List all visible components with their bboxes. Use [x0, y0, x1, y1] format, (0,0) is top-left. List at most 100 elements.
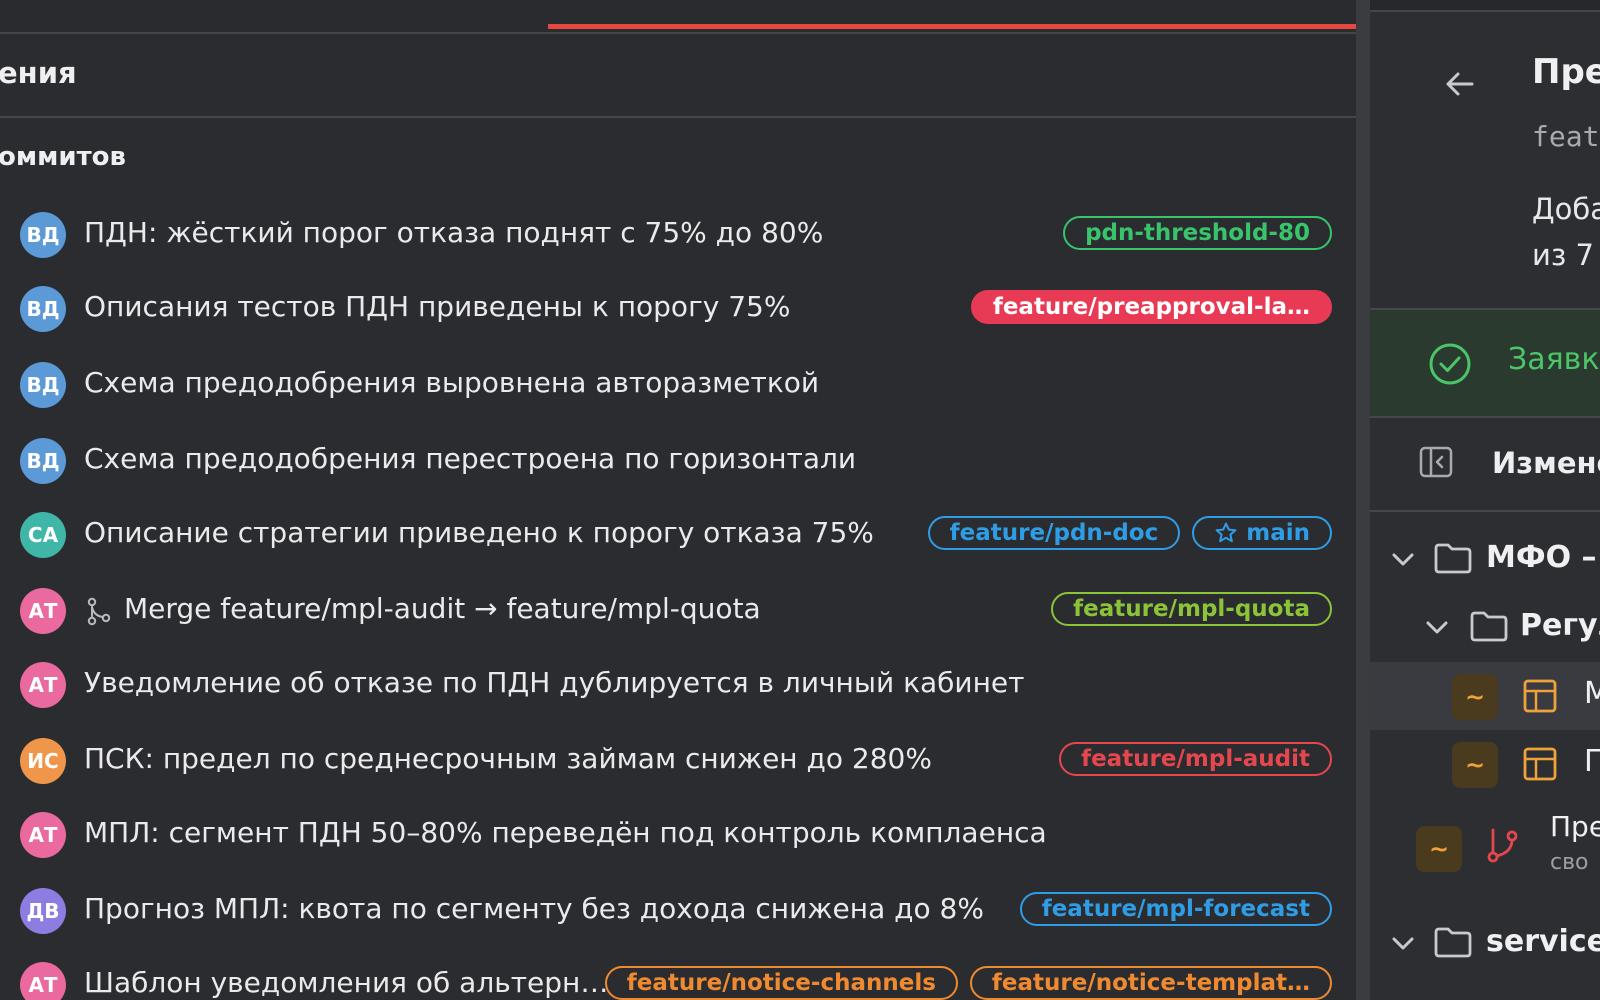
branch-tag-label: feature/mpl-audit	[1081, 746, 1310, 772]
branch-tag[interactable]: feature/mpl-audit	[1059, 742, 1332, 776]
commit-row[interactable]: АТ Merge feature/mpl-audit → feature/mpl-…	[0, 574, 1340, 648]
author-avatar: ВД	[20, 438, 66, 484]
tree-folder-service[interactable]: service	[1370, 910, 1600, 978]
folder-icon	[1434, 543, 1472, 574]
chevron-down-icon[interactable]	[1424, 614, 1450, 640]
author-avatar: СА	[20, 512, 66, 558]
branch-tag-label: feature/mpl-quota	[1073, 596, 1310, 622]
table-icon	[1523, 747, 1557, 781]
tree-label: МФО –	[1486, 540, 1597, 575]
commit-message: Схема предодобрения перестроена по гориз…	[84, 442, 857, 475]
author-avatar: АТ	[20, 812, 66, 858]
folder-icon	[1434, 927, 1472, 958]
branch-tag[interactable]: pdn-threshold-80	[1063, 216, 1332, 250]
branch-tag[interactable]: feature/preapproval-la…	[970, 290, 1332, 324]
branch-tags: pdn-threshold-80	[1063, 216, 1332, 250]
branch-tag[interactable]: feature/mpl-forecast	[1019, 892, 1332, 926]
commit-row[interactable]: ВД Схема предодобрения выровнена авторазм…	[0, 348, 1340, 422]
top-tab-strip	[0, 0, 1356, 34]
commit-row[interactable]: СА Описание стратегии приведено к порогу …	[0, 498, 1340, 572]
back-arrow-icon[interactable]	[1442, 66, 1478, 102]
author-avatar: АТ	[20, 962, 66, 1000]
tree-file-row[interactable]: ~ М	[1370, 662, 1600, 730]
commit-row[interactable]: АТ МПЛ: сегмент ПДН 50–80% переведён под …	[0, 798, 1340, 872]
commit-message: ПДН: жёсткий порог отказа поднят с 75% д…	[84, 216, 824, 249]
changes-header[interactable]: Измене	[1370, 418, 1600, 512]
tree-sublabel: сво	[1550, 850, 1589, 875]
commit-row[interactable]: ВД ПДН: жёсткий порог отказа поднят с 75%…	[0, 198, 1340, 272]
branch-tags: feature/mpl-forecast	[1019, 892, 1332, 926]
success-text: Заявк	[1508, 342, 1600, 377]
commit-message: Прогноз МПЛ: квота по сегменту без доход…	[84, 892, 984, 925]
tree-folder-mfo[interactable]: МФО –	[1370, 524, 1600, 592]
request-branch: feat	[1532, 120, 1600, 153]
right-top-bar	[1370, 0, 1600, 12]
tree-file-row[interactable]: ~ Г	[1370, 732, 1600, 800]
commit-row[interactable]: ИС ПСК: предел по среднесрочным займам сн…	[0, 724, 1340, 798]
branch-tags: feature/preapproval-la…	[970, 290, 1332, 324]
author-avatar: АТ	[20, 588, 66, 634]
branch-tag[interactable]: feature/mpl-quota	[1051, 592, 1332, 626]
branch-tag-label: feature/pdn-doc	[949, 520, 1159, 546]
star-icon	[1215, 522, 1237, 543]
request-description: Доба из 7	[1532, 192, 1600, 272]
commit-row[interactable]: АТ Уведомление об отказе по ПДН дублирует…	[0, 648, 1340, 722]
tree-branch-row[interactable]: ~ Пре сво	[1370, 808, 1600, 894]
success-banner: Заявк	[1370, 310, 1600, 418]
modified-badge: ~	[1452, 742, 1498, 788]
active-tab-indicator	[548, 24, 1356, 29]
branch-tag[interactable]: feature/pdn-doc	[927, 516, 1181, 550]
branch-tag-label: feature/mpl-forecast	[1041, 896, 1310, 922]
merge-icon	[87, 597, 111, 626]
branch-tag-label: feature/notice-templat…	[991, 970, 1310, 996]
commit-row[interactable]: ВД Схема предодобрения перестроена по гор…	[0, 424, 1340, 498]
modified-badge: ~	[1416, 826, 1462, 872]
branch-tag[interactable]: feature/notice-channels	[604, 966, 958, 1000]
branch-tags: feature/notice-channels feature/notice-te…	[604, 966, 1332, 1000]
author-avatar: ИС	[20, 738, 66, 784]
author-avatar: ВД	[20, 212, 66, 258]
author-avatar: ВД	[20, 286, 66, 332]
tree-label: Регул	[1520, 608, 1600, 643]
modified-badge: ~	[1452, 674, 1498, 720]
commit-row[interactable]: ВД Описания тестов ПДН приведены к порогу…	[0, 272, 1340, 346]
commit-row[interactable]: АТ Шаблон уведомления об альтерн… feature/…	[0, 948, 1340, 1000]
commit-row[interactable]: ДВ Прогноз МПЛ: квота по сегменту без дох…	[0, 874, 1340, 948]
branch-tag-label: main	[1246, 520, 1310, 546]
commit-message: Уведомление об отказе по ПДН дублируется…	[84, 666, 1025, 699]
branch-tags: feature/mpl-quota	[1051, 592, 1332, 626]
tree-folder-regul[interactable]: Регул	[1370, 592, 1600, 660]
commit-message: МПЛ: сегмент ПДН 50–80% переведён под ко…	[84, 816, 1047, 849]
commit-message: Схема предодобрения выровнена авторазмет…	[84, 366, 820, 399]
commit-history-panel: ения оммитов ВД ПДН: жёсткий порог отказа…	[0, 0, 1356, 1000]
tree-label: Г	[1584, 744, 1600, 779]
tree-label: М	[1584, 676, 1600, 711]
branch-tags: feature/pdn-doc main	[927, 516, 1332, 550]
branch-tags: feature/mpl-audit	[1059, 742, 1332, 776]
changes-label: Измене	[1492, 446, 1600, 480]
author-avatar: ДВ	[20, 888, 66, 934]
author-avatar: АТ	[20, 662, 66, 708]
commit-message: Описание стратегии приведено к порогу от…	[84, 516, 874, 549]
chevron-down-icon[interactable]	[1390, 930, 1416, 956]
commit-message: Шаблон уведомления об альтерн…	[84, 966, 609, 999]
commits-heading: оммитов	[0, 142, 126, 172]
branch-tag-label: feature/notice-channels	[626, 970, 936, 996]
chevron-down-icon[interactable]	[1390, 546, 1416, 572]
panel-splitter[interactable]	[1356, 0, 1370, 1000]
folder-icon	[1470, 611, 1508, 642]
branch-tag-label: feature/preapproval-la…	[992, 294, 1310, 320]
commit-message: Merge feature/mpl-audit → feature/mpl-qu…	[124, 592, 761, 625]
commit-message: Описания тестов ПДН приведены к порогу 7…	[84, 290, 791, 323]
section-header: ения	[0, 34, 1356, 118]
branch-tag[interactable]: main	[1192, 516, 1332, 550]
sidebar-collapse-icon[interactable]	[1418, 444, 1454, 480]
check-circle-icon	[1429, 343, 1471, 385]
request-title: Пре	[1532, 52, 1600, 92]
tree-label: service	[1486, 924, 1600, 959]
request-details-panel: Пре feat Доба из 7 Заявк Измене МФО – Ре…	[1370, 0, 1600, 1000]
author-avatar: ВД	[20, 362, 66, 408]
branch-tag[interactable]: feature/notice-templat…	[969, 966, 1332, 1000]
branch-tag-label: pdn-threshold-80	[1085, 220, 1310, 246]
commit-message: ПСК: предел по среднесрочным займам сниж…	[84, 742, 932, 775]
